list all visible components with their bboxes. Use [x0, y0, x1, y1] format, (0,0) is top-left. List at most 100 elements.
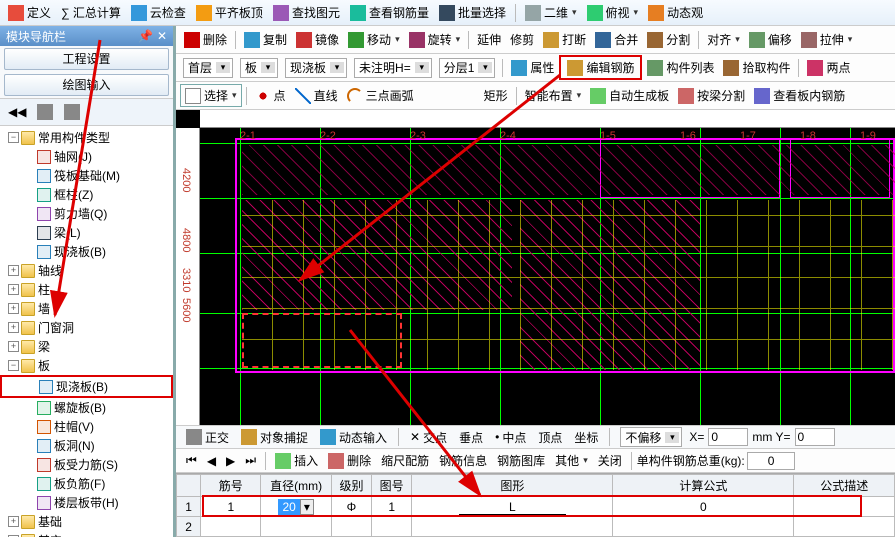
dyn-input-toggle[interactable]: 动态输入 [316, 427, 391, 448]
draw-input-button[interactable]: 绘图输入 [4, 74, 169, 96]
auto-slab-tool[interactable]: 自动生成板 [586, 85, 673, 106]
delete-row-button[interactable]: 删除 [324, 450, 375, 471]
perp-snap[interactable]: 垂点 [455, 427, 487, 448]
tree-node-板洞(N)[interactable]: 板洞(N) [0, 436, 173, 455]
offset-mode-select[interactable]: 不偏移▾ [620, 427, 682, 447]
offset-button[interactable]: 偏移 [745, 29, 796, 50]
tree-node-筏板基础(M)[interactable]: 筏板基础(M) [0, 166, 173, 185]
ortho-toggle[interactable]: 正交 [182, 427, 233, 448]
tree-node-柱[interactable]: +柱 [0, 280, 173, 299]
2d-view-button[interactable]: 二维▾ [521, 2, 581, 23]
view-rebar-button[interactable]: 查看钢筋量 [346, 2, 433, 23]
component-tree[interactable]: −常用构件类型轴网(J)筏板基础(M)框柱(Z)剪力墙(Q)梁(L)现浇板(B)… [0, 126, 173, 537]
close-panel-icon[interactable]: ✕ [157, 29, 167, 43]
nav-first-icon[interactable]: ⏮ [182, 451, 201, 470]
tree-node-门窗洞[interactable]: +门窗洞 [0, 318, 173, 337]
collapse-left-icon[interactable]: ◀◀ [4, 102, 30, 122]
point-tool[interactable]: 点 [251, 85, 290, 106]
tree-tool-icon[interactable] [33, 102, 57, 122]
properties-button[interactable]: 属性 [507, 57, 558, 78]
rect-tool[interactable]: 矩形 [480, 85, 512, 106]
other-button[interactable]: 其他▾ [551, 450, 592, 471]
table-row[interactable]: 2 [177, 517, 895, 537]
height-select[interactable]: 未注明H=▾ [354, 58, 432, 78]
category-select[interactable]: 板▾ [240, 58, 278, 78]
line-tool[interactable]: 直线 [291, 85, 342, 106]
nav-next-icon[interactable]: ▶ [222, 452, 239, 470]
rebar-lib-button[interactable]: 钢筋图库 [493, 450, 549, 471]
osnap-toggle[interactable]: 对象捕捉 [237, 427, 312, 448]
merge-button[interactable]: 合并 [591, 29, 642, 50]
floor-select[interactable]: 首层▾ [183, 58, 233, 78]
vertex-snap[interactable]: 顶点 [534, 427, 566, 448]
intersect-snap[interactable]: ✕ 交点 [406, 427, 451, 448]
x-input[interactable] [708, 428, 748, 446]
top-view-button[interactable]: 俯视▾ [583, 2, 643, 23]
batch-select-button[interactable]: 批量选择 [435, 2, 510, 23]
delete-button[interactable]: 删除 [180, 29, 231, 50]
tree-node-楼层板带(H)[interactable]: 楼层板带(H) [0, 493, 173, 512]
tree-node-板负筋(F)[interactable]: 板负筋(F) [0, 474, 173, 493]
select-tool[interactable]: 选择▾ [180, 84, 242, 107]
move-button[interactable]: 移动▾ [344, 29, 404, 50]
rebar-data-grid[interactable]: 筋号直径(mm)级别图号图形计算公式公式描述1120▾Φ1L02 [176, 473, 895, 537]
tree-node-板[interactable]: −板 [0, 356, 173, 375]
coord-snap[interactable]: 坐标 [570, 427, 602, 448]
close-grid-button[interactable]: 关闭 [594, 450, 626, 471]
tree-tool2-icon[interactable] [60, 102, 84, 122]
tree-node-墙[interactable]: +墙 [0, 299, 173, 318]
tree-node-常用构件类型[interactable]: −常用构件类型 [0, 128, 173, 147]
nav-prev-icon[interactable]: ◀ [203, 452, 220, 470]
dynamic-view-button[interactable]: 动态观 [644, 2, 707, 23]
tree-node-现浇板(B)[interactable]: 现浇板(B) [0, 242, 173, 261]
tree-node-梁(L)[interactable]: 梁(L) [0, 223, 173, 242]
pick-component-button[interactable]: 拾取构件 [719, 57, 794, 78]
find-element-button[interactable]: 查找图元 [269, 2, 344, 23]
status-bar: 正交 对象捕捉 动态输入 ✕ 交点 垂点 • 中点 顶点 坐标 不偏移▾ X= … [176, 425, 895, 449]
drawing-canvas[interactable]: 3310 5600 4800 4200 [176, 110, 895, 425]
two-point-button[interactable]: 两点 [803, 57, 854, 78]
rebar-info-button[interactable]: 钢筋信息 [435, 450, 491, 471]
tree-node-板受力筋(S)[interactable]: 板受力筋(S) [0, 455, 173, 474]
tree-node-螺旋板(B)[interactable]: 螺旋板(B) [0, 398, 173, 417]
define-button[interactable]: 定义 [4, 2, 55, 23]
component-select[interactable]: 现浇板▾ [285, 58, 347, 78]
copy-button[interactable]: 复制 [240, 29, 291, 50]
tree-node-梁[interactable]: +梁 [0, 337, 173, 356]
project-settings-button[interactable]: 工程设置 [4, 48, 169, 70]
mid-snap[interactable]: • 中点 [491, 427, 530, 448]
trim-button[interactable]: 修剪 [506, 29, 538, 50]
layer-num-select[interactable]: 分层1▾ [439, 58, 496, 78]
extend-button[interactable]: 延伸 [473, 29, 505, 50]
stretch-button[interactable]: 拉伸▾ [797, 29, 857, 50]
align-button[interactable]: 对齐▾ [703, 29, 744, 50]
pin-icon[interactable]: 📌 [138, 29, 153, 43]
arc-tool[interactable]: 三点画弧 [343, 85, 418, 106]
tree-node-基础[interactable]: +基础 [0, 512, 173, 531]
tree-node-框柱(Z)[interactable]: 框柱(Z) [0, 185, 173, 204]
mirror-button[interactable]: 镜像 [292, 29, 343, 50]
cloud-check-button[interactable]: 云检查 [127, 2, 190, 23]
tree-node-现浇板(B)[interactable]: 现浇板(B) [0, 375, 173, 398]
tree-node-柱帽(V)[interactable]: 柱帽(V) [0, 417, 173, 436]
tree-node-剪力墙(Q)[interactable]: 剪力墙(Q) [0, 204, 173, 223]
align-slab-button[interactable]: 平齐板顶 [192, 2, 267, 23]
insert-row-button[interactable]: 插入 [271, 450, 322, 471]
break-button[interactable]: 打断 [539, 29, 590, 50]
split-button[interactable]: 分割 [643, 29, 694, 50]
sum-calc-button[interactable]: ∑ 汇总计算 [57, 2, 125, 23]
main-toolbar: 定义 ∑ 汇总计算 云检查 平齐板顶 查找图元 查看钢筋量 批量选择 二维▾ 俯… [0, 0, 895, 26]
scale-rebar-button[interactable]: 缩尺配筋 [377, 450, 433, 471]
y-input[interactable] [795, 428, 835, 446]
view-slab-rebar-tool[interactable]: 查看板内钢筋 [750, 85, 849, 106]
smart-layout-tool[interactable]: 智能布置▾ [521, 85, 586, 106]
split-by-beam-tool[interactable]: 按梁分割 [674, 85, 749, 106]
nav-last-icon[interactable]: ⏭ [241, 451, 260, 470]
edit-rebar-button[interactable]: 编辑钢筋 [559, 55, 642, 80]
tree-node-轴线[interactable]: +轴线 [0, 261, 173, 280]
component-list-button[interactable]: 构件列表 [643, 57, 718, 78]
tree-node-其它[interactable]: +其它 [0, 531, 173, 537]
tree-node-轴网(J)[interactable]: 轴网(J) [0, 147, 173, 166]
table-row[interactable]: 1120▾Φ1L0 [177, 497, 895, 517]
rotate-button[interactable]: 旋转▾ [405, 29, 465, 50]
